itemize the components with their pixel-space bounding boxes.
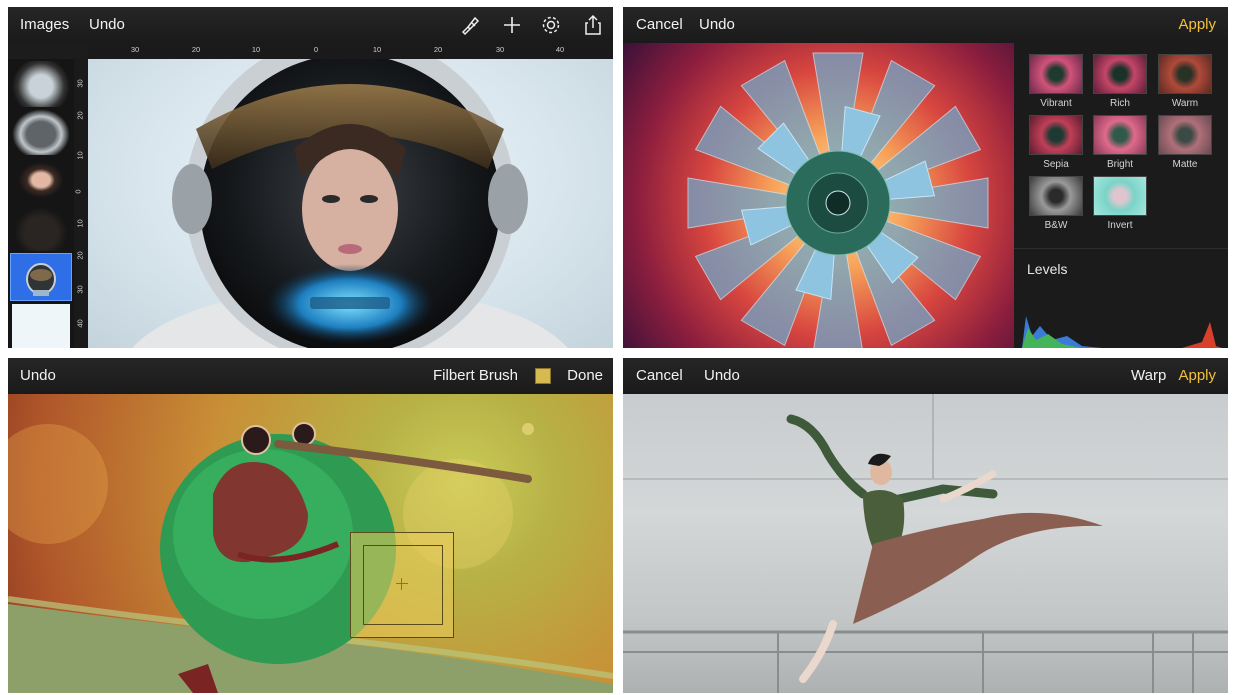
color-swatch[interactable] [535,368,551,384]
filter-label: Sepia [1043,159,1069,170]
brush-selector[interactable]: Filbert Brush [433,368,518,384]
filter-label: Invert [1107,220,1133,231]
settings-icon[interactable] [540,14,562,36]
filter-label: Rich [1109,98,1130,109]
brush-cursor [350,532,454,638]
filters-sidebar: Vibrant Rich Warm Sepia Bright Matte B&W [1014,43,1228,348]
ruler-tick-label: 20 [433,45,443,54]
dancer-photo [623,394,1228,693]
filter-label: B&W [1044,220,1068,231]
levels-histogram[interactable] [1022,306,1222,348]
undo-button[interactable]: Undo [704,368,740,384]
undo-button[interactable]: Undo [89,17,125,33]
filter-bw[interactable]: B&W [1028,176,1084,231]
divider [1014,248,1228,249]
filter-thumbnail [1029,176,1083,216]
filter-label: Bright [1106,159,1134,170]
top-toolbar: Cancel Undo Warp Apply [623,358,1228,394]
undo-button[interactable]: Undo [699,17,735,33]
cancel-button[interactable]: Cancel [636,17,683,33]
warp-panel: Cancel Undo Warp Apply [623,358,1228,693]
undo-button[interactable]: Undo [20,368,56,384]
ruler-tick-label: 0 [73,189,83,194]
filter-matte[interactable]: Matte [1157,115,1213,170]
ruler-tick-label: 30 [75,79,85,88]
filter-bright[interactable]: Bright [1092,115,1148,170]
images-button[interactable]: Images [20,17,69,33]
apply-button[interactable]: Apply [1178,368,1216,384]
share-icon[interactable] [582,14,604,36]
ruler-tick-label: 10 [251,45,261,54]
ruler-tick-label: 10 [75,219,85,228]
canvas-astronaut[interactable] [88,59,613,348]
ruler-tick-label: 20 [191,45,201,54]
ruler-tick-label: 30 [75,285,85,294]
filters-panel: Cancel Undo Apply Vibrant Rich Warm Sepi… [623,7,1228,348]
warp-mode-button[interactable]: Warp [1131,368,1166,384]
horizontal-ruler: 30 20 10 0 10 20 30 40 [88,43,613,59]
filter-warm[interactable]: Warm [1157,54,1213,109]
layers-editor-panel: Images Undo 30 20 10 0 10 20 30 40 30 20… [8,7,613,348]
filter-vibrant[interactable]: Vibrant [1028,54,1084,109]
layer-thumbnail[interactable] [12,157,70,203]
top-toolbar: Undo Filbert Brush Done [8,358,613,394]
ruler-tick-label: 30 [495,45,505,54]
layer-thumbnail[interactable] [12,61,70,107]
filter-thumbnail [1029,115,1083,155]
filter-thumbnail [1029,54,1083,94]
filter-thumbnail [1093,176,1147,216]
ruler-tick-label: 40 [75,319,85,328]
filter-thumbnail [1158,54,1212,94]
levels-label: Levels [1027,261,1068,277]
ruler-tick-label: 40 [555,45,565,54]
painting-panel: Undo Filbert Brush Done [8,358,613,693]
filter-thumbnail [1093,54,1147,94]
filter-sepia[interactable]: Sepia [1028,115,1084,170]
ruler-tick-label: 10 [372,45,382,54]
canvas-bird[interactable] [8,394,613,693]
layer-thumbnail[interactable] [12,304,70,348]
top-toolbar: Cancel Undo Apply [623,7,1228,43]
filter-thumbnail [1158,115,1212,155]
layer-thumbnail[interactable] [12,205,70,251]
bird-painting [8,422,613,693]
ruler-tick-label: 20 [75,251,85,260]
astronaut-artwork [132,59,568,348]
vertical-ruler: 30 20 10 0 10 20 30 40 [74,59,88,348]
cancel-button[interactable]: Cancel [636,368,683,384]
apply-button[interactable]: Apply [1178,17,1216,33]
flower-photo [687,52,989,348]
layers-sidebar [8,59,74,348]
ruler-tick-label: 30 [130,45,140,54]
done-button[interactable]: Done [567,368,603,384]
layer-thumbnail[interactable] [12,109,70,155]
canvas-flower[interactable] [623,43,1014,348]
plus-icon[interactable] [501,14,523,36]
filter-thumbnail [1093,115,1147,155]
filter-invert[interactable]: Invert [1092,176,1148,231]
ruler-tick-label: 0 [313,45,319,54]
filter-rich[interactable]: Rich [1092,54,1148,109]
filter-label: Vibrant [1040,98,1072,109]
layer-thumbnail-selected[interactable] [10,253,72,301]
brush-icon[interactable] [459,14,481,36]
canvas-dancer[interactable] [623,394,1228,693]
top-toolbar: Images Undo [8,7,613,43]
ruler-tick-label: 10 [75,151,85,160]
filter-label: Warm [1171,98,1199,109]
filter-label: Matte [1172,159,1198,170]
ruler-tick-label: 20 [75,111,85,120]
